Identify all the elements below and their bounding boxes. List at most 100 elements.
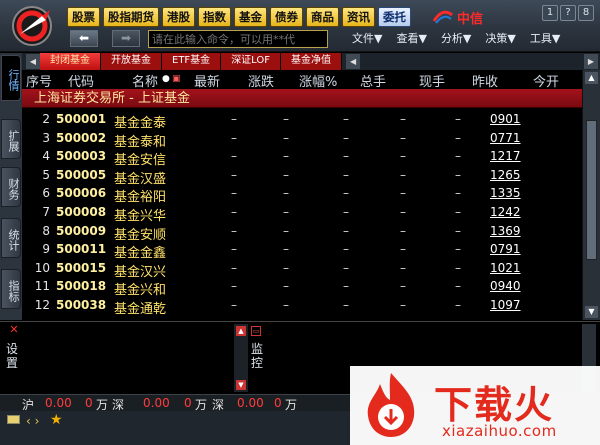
sort-marker-icon: ● bbox=[162, 74, 170, 84]
forward-button[interactable]: ➡ bbox=[112, 30, 140, 47]
table-row[interactable]: 10 500015 基金汉兴 – – – – –1021 bbox=[22, 259, 582, 280]
empty-value-3: – bbox=[400, 298, 406, 312]
app-logo-icon[interactable] bbox=[6, 4, 60, 48]
bonds-button[interactable]: 债券 bbox=[270, 7, 303, 27]
empty-value-3: – bbox=[400, 186, 406, 201]
news-button[interactable]: 资讯 bbox=[342, 7, 375, 27]
quote-table: 序号 代码 名称 ● ▣ 最新 涨跌 涨幅% 总手 现手 昨收 今开 上海证券交… bbox=[22, 70, 582, 320]
panel-up-icon[interactable]: ▲ bbox=[236, 326, 246, 336]
help-icon[interactable]: ? bbox=[560, 5, 576, 21]
table-row[interactable]: 5 500005 基金汉盛 – – – – –1265 bbox=[22, 166, 582, 187]
col-header-volume[interactable]: 总手 bbox=[360, 71, 386, 90]
tab-fund-nav[interactable]: 基金净值 bbox=[281, 53, 343, 70]
col-header-code[interactable]: 代码 bbox=[68, 71, 94, 90]
command-input[interactable] bbox=[148, 30, 328, 48]
side-tab-quotes[interactable]: 行情 bbox=[1, 55, 21, 101]
monitor-panel-label[interactable]: 监控 bbox=[250, 342, 264, 370]
prev-close-value: 0940 bbox=[490, 279, 521, 294]
empty-value-4: – bbox=[455, 223, 461, 238]
funds-button[interactable]: 基金 bbox=[234, 7, 267, 27]
prev-close-value: 1217 bbox=[490, 149, 521, 164]
tab-etf-funds[interactable]: ETF基金 bbox=[162, 53, 222, 70]
table-scrollbar[interactable]: ▲ ▼ bbox=[582, 70, 600, 320]
panel-restore-icon[interactable]: ▭ bbox=[251, 326, 261, 336]
empty-value-0: – bbox=[231, 279, 237, 294]
index-button[interactable]: 指数 bbox=[198, 7, 231, 27]
empty-value-3: – bbox=[400, 260, 406, 275]
table-row[interactable]: 6 500006 基金裕阳 – – – – –1335 bbox=[22, 184, 582, 205]
star-icon[interactable]: ★ bbox=[50, 412, 63, 428]
close-icon[interactable]: ✕ bbox=[8, 324, 20, 336]
back-button[interactable]: ⬅ bbox=[70, 30, 98, 47]
prev-close-value: 1021 bbox=[490, 260, 521, 275]
index-futures-button[interactable]: 股指期货 bbox=[103, 7, 159, 27]
col-header-name[interactable]: 名称 bbox=[132, 71, 158, 90]
menu-view[interactable]: 查看▼ bbox=[389, 31, 433, 47]
settings-icon[interactable]: 8 bbox=[578, 5, 594, 21]
table-row[interactable]: 8 500009 基金安顺 – – – – –1369 bbox=[22, 222, 582, 243]
fund-code: 500018 bbox=[56, 279, 107, 294]
row-index: 10 bbox=[34, 260, 50, 275]
nav-arrows[interactable]: ‹ › bbox=[26, 414, 39, 428]
col-header-open[interactable]: 今开 bbox=[533, 71, 559, 90]
empty-value-3: – bbox=[400, 242, 406, 257]
fund-code: 500015 bbox=[56, 260, 107, 275]
mail-icon[interactable] bbox=[7, 415, 20, 424]
scroll-thumb[interactable] bbox=[586, 120, 597, 260]
empty-value-1: – bbox=[283, 298, 289, 312]
col-header-index[interactable]: 序号 bbox=[26, 71, 52, 90]
table-header: 序号 代码 名称 ● ▣ 最新 涨跌 涨幅% 总手 现手 昨收 今开 bbox=[22, 70, 582, 90]
side-tab-statistics[interactable]: 统计 bbox=[1, 218, 21, 258]
table-row[interactable]: 11 500018 基金兴和 – – – – –0940 bbox=[22, 277, 582, 298]
col-header-prev-close[interactable]: 昨收 bbox=[472, 71, 498, 90]
tab-open-funds[interactable]: 开放基金 bbox=[101, 53, 162, 70]
empty-value-2: – bbox=[343, 112, 349, 126]
empty-value-0: – bbox=[231, 112, 237, 126]
empty-value-3: – bbox=[400, 167, 406, 182]
menu-decision[interactable]: 决策▼ bbox=[478, 31, 522, 47]
trade-button[interactable]: 委托 bbox=[378, 7, 411, 27]
section-title: 上海证券交易所 - 上证基金 bbox=[22, 89, 582, 108]
tab-scroll-right-icon[interactable]: ▶ bbox=[584, 54, 598, 69]
fund-code: 500006 bbox=[56, 186, 107, 201]
commodities-button[interactable]: 商品 bbox=[306, 7, 339, 27]
col-header-change-pct[interactable]: 涨幅% bbox=[299, 71, 337, 90]
col-header-last[interactable]: 最新 bbox=[194, 71, 220, 90]
row-index: 2 bbox=[42, 112, 50, 126]
tab-scroll-left2-icon[interactable]: ◀ bbox=[346, 54, 361, 69]
sh-change: 0.00 bbox=[45, 396, 72, 410]
prev-close-value: 0791 bbox=[490, 242, 521, 257]
scroll-up-icon[interactable]: ▲ bbox=[585, 72, 598, 84]
menu-tools[interactable]: 工具▼ bbox=[523, 31, 567, 47]
empty-value-3: – bbox=[400, 223, 406, 238]
hk-stocks-button[interactable]: 港股 bbox=[162, 7, 195, 27]
empty-value-1: – bbox=[283, 130, 289, 145]
tab-sz-lof[interactable]: 深证LOF bbox=[221, 53, 282, 70]
side-tab-finance[interactable]: 财务 bbox=[1, 167, 21, 207]
scroll-down-icon[interactable]: ▼ bbox=[585, 306, 598, 318]
tab-scroll-left-icon[interactable]: ◀ bbox=[26, 54, 40, 69]
panel-down-icon[interactable]: ▼ bbox=[236, 380, 246, 390]
menu-analysis[interactable]: 分析▼ bbox=[434, 31, 478, 47]
table-row[interactable]: 12 500038 基金通乾 – – – – – 1097 bbox=[22, 296, 582, 317]
empty-value-1: – bbox=[283, 260, 289, 275]
col-header-change[interactable]: 涨跌 bbox=[248, 71, 274, 90]
stocks-button[interactable]: 股票 bbox=[67, 7, 100, 27]
user-count-icon[interactable]: 1 bbox=[542, 5, 558, 21]
settings-panel-label[interactable]: 设置 bbox=[5, 342, 19, 370]
table-row[interactable]: 3 500002 基金泰和 – – – – –0771 bbox=[22, 129, 582, 150]
tab-closed-funds[interactable]: 封闭基金 bbox=[40, 53, 101, 70]
empty-value-3: – bbox=[400, 112, 406, 126]
empty-value-0: – bbox=[231, 260, 237, 275]
side-tab-indicators[interactable]: 指标 bbox=[1, 269, 21, 309]
empty-value-1: – bbox=[283, 223, 289, 238]
menu-file[interactable]: 文件▼ bbox=[345, 31, 389, 47]
side-tab-extension[interactable]: 扩展 bbox=[1, 119, 21, 159]
table-row[interactable]: 2 500001 基金金泰 – – – – –0901 bbox=[22, 110, 582, 131]
empty-value-3: – bbox=[400, 149, 406, 164]
table-row[interactable]: 4 500003 基金安信 – – – – –1217 bbox=[22, 147, 582, 168]
empty-value-3: – bbox=[400, 130, 406, 145]
table-row[interactable]: 9 500011 基金金鑫 – – – – –0791 bbox=[22, 240, 582, 261]
table-row[interactable]: 7 500008 基金兴华 – – – – –1242 bbox=[22, 203, 582, 224]
col-header-current-volume[interactable]: 现手 bbox=[419, 71, 445, 90]
